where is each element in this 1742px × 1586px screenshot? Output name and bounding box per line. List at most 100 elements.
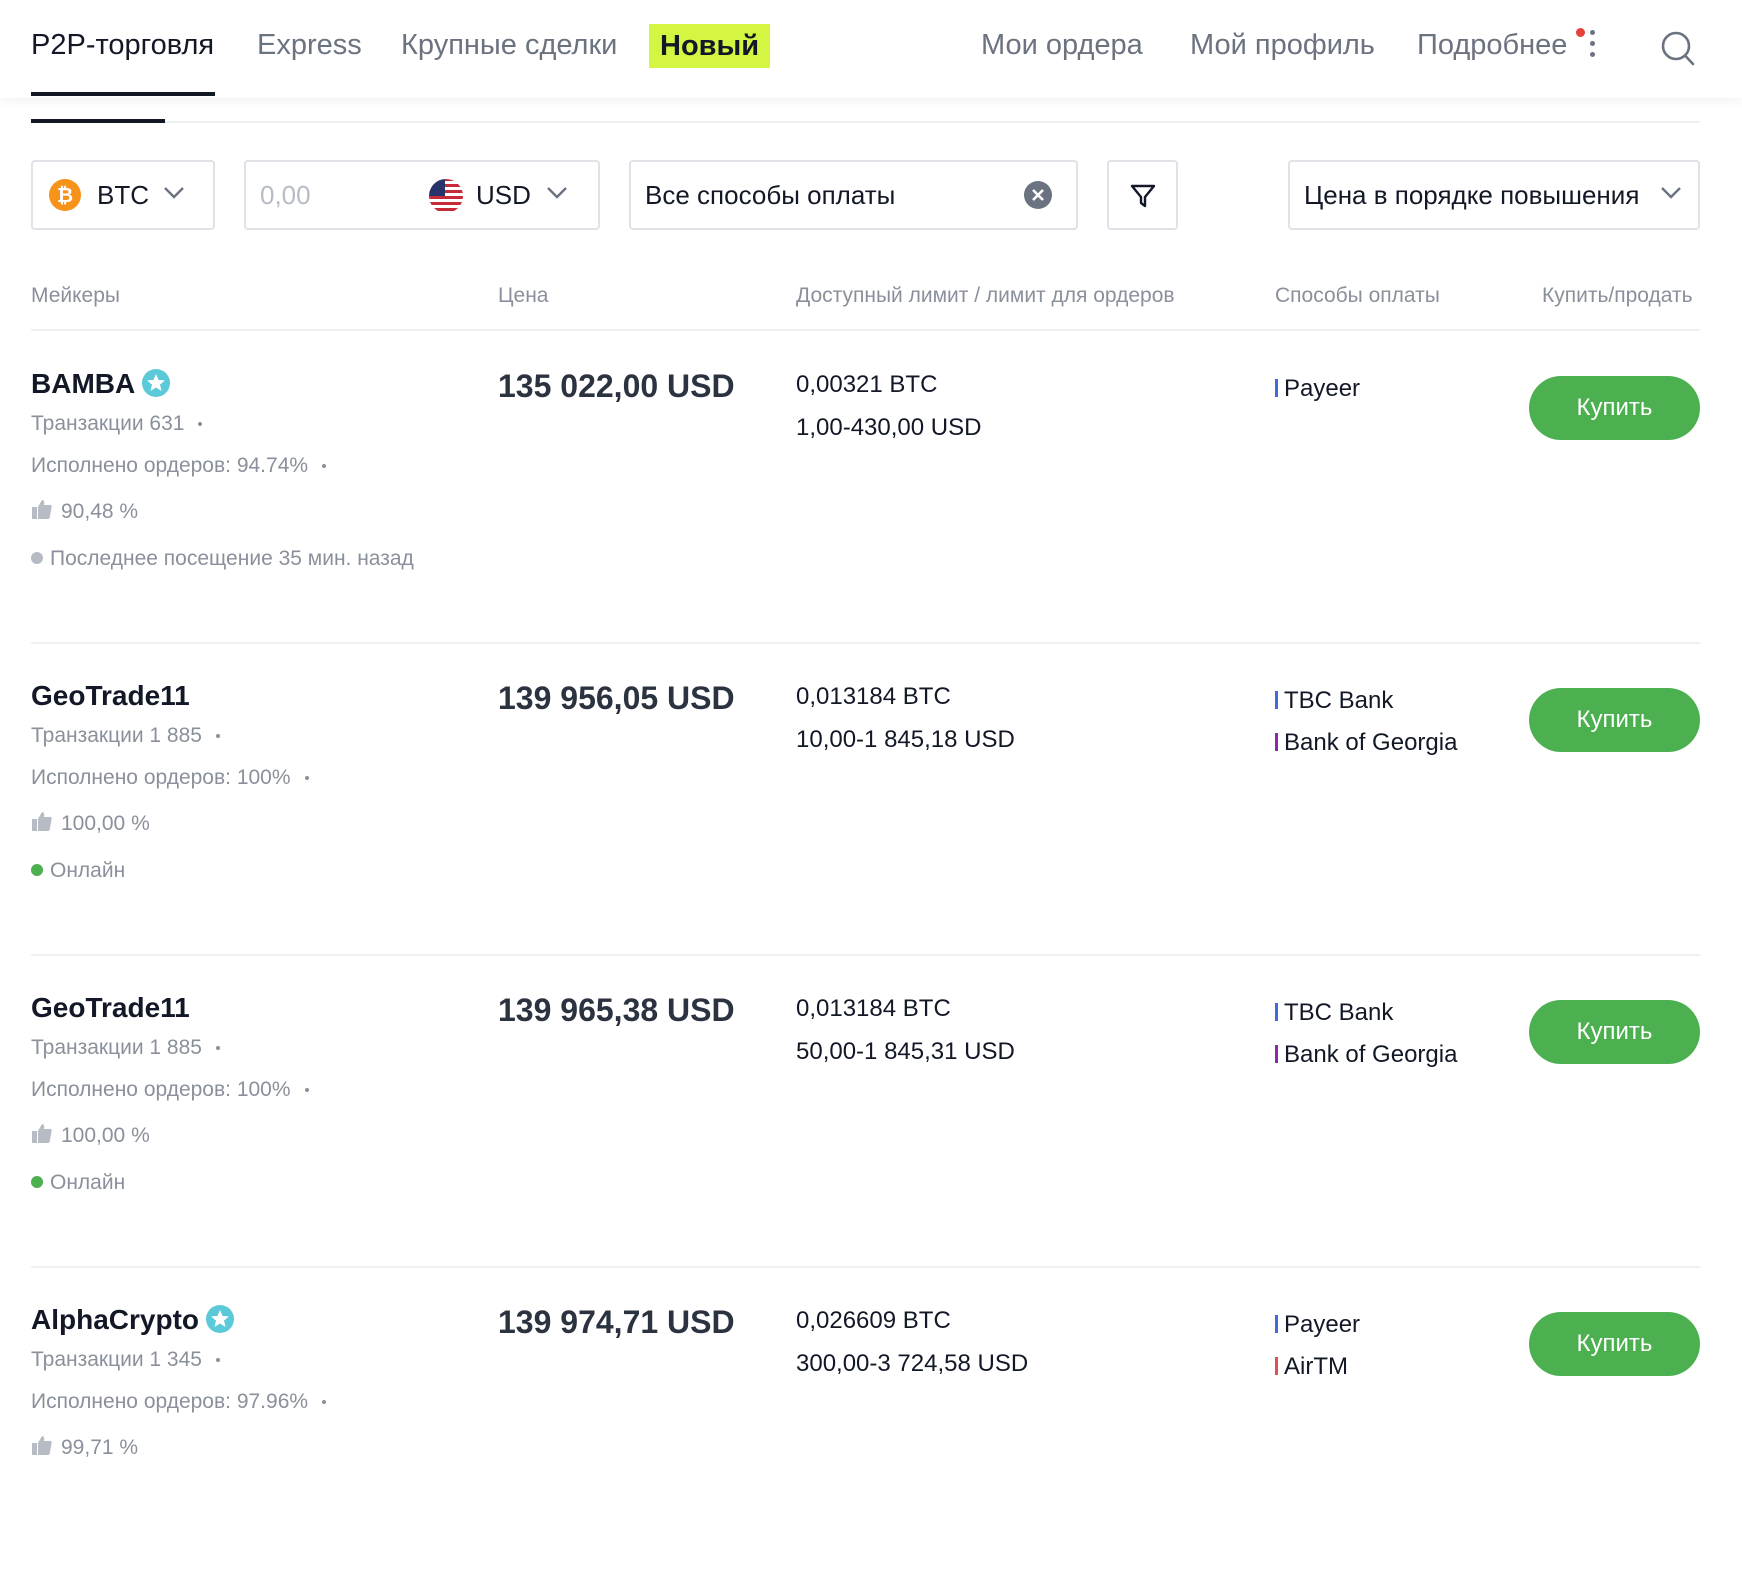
verified-star-icon [206,1304,234,1333]
rating: 100,00 % [31,812,150,836]
price: 139 956,05 USD [498,680,735,716]
filter-icon [1130,184,1156,208]
order-limit: 1,00-430,00 USD [796,414,982,441]
tab-large-deals[interactable]: Крупные сделки [401,24,617,66]
table-row: BAMBA Транзакции 631 Исполнено ордеров: … [0,340,1742,650]
row-divider [31,642,1700,644]
payment-color-bar [1275,1002,1278,1021]
payment-color-bar [1275,378,1278,397]
payment-color-bar [1275,1356,1278,1375]
clear-icon[interactable] [1023,180,1053,210]
maker-name[interactable]: BAMBA [31,368,135,399]
us-flag-icon [429,179,463,213]
transactions-count: Транзакции 1 345 [31,1348,220,1372]
maker-name[interactable]: AlphaCrypto [31,1304,199,1335]
sub-tab-indicator [31,119,165,123]
buy-button[interactable]: Купить [1529,1312,1700,1376]
rating: 90,48 % [31,500,138,524]
sub-tab-divider [31,121,1700,123]
online-dot [31,1175,43,1188]
table-row: GeoTrade11 Транзакции 1 885 Исполнено ор… [0,964,1742,1274]
payment-method: Payeer [1275,1311,1360,1339]
maker-name[interactable]: GeoTrade11 [31,992,190,1024]
sort-select[interactable]: Цена в порядке повышения [1288,160,1700,230]
header-divider [31,329,1700,331]
svg-text:₿: ₿ [57,185,73,207]
thumbs-up-icon [32,1124,52,1144]
my-profile-link[interactable]: Мой профиль [1190,24,1375,66]
header-payment-methods: Способы оплаты [1275,284,1440,307]
maker-name-wrap: AlphaCrypto [31,1304,235,1336]
rating: 99,71 % [31,1436,138,1460]
coin-select-label: BTC [97,180,149,210]
table-row: AlphaCrypto Транзакции 1 345 Исполнено о… [0,1276,1742,1586]
buy-button[interactable]: Купить [1529,1000,1700,1064]
payment-method: AirTM [1275,1353,1348,1381]
payment-method: Bank of Georgia [1275,1041,1457,1069]
buy-button[interactable]: Купить [1529,688,1700,752]
header-makers: Мейкеры [31,284,121,307]
chevron-down-icon[interactable] [546,186,568,200]
notification-dot [1576,28,1585,37]
buy-button[interactable]: Купить [1529,376,1700,440]
thumbs-up-icon [32,812,52,832]
payment-method-label: Все способы оплаты [645,180,896,210]
header-limit: Доступный лимит / лимит для ордеров [796,284,1175,307]
online-dot [31,863,43,876]
completion-rate: Исполнено ордеров: 100% [31,766,309,790]
order-limit: 50,00-1 845,31 USD [796,1038,1015,1065]
table-row: GeoTrade11 Транзакции 1 885 Исполнено ор… [0,652,1742,962]
order-limit: 10,00-1 845,18 USD [796,726,1015,753]
payment-color-bar [1275,1314,1278,1333]
new-badge[interactable]: Новый [649,24,771,68]
header-buy-sell: Купить/продать [1542,284,1693,307]
row-divider [31,1266,1700,1268]
sort-select-label: Цена в порядке повышения [1304,180,1640,210]
top-navigation: P2P-торговля Express Крупные сделки Новы… [0,0,1742,98]
tab-express[interactable]: Express [257,24,362,66]
my-orders-link[interactable]: Мои ордера [981,24,1143,66]
online-status: Онлайн [31,859,125,883]
thumbs-up-icon [32,1436,52,1456]
more-link[interactable]: Подробнее [1417,24,1567,66]
maker-name-wrap: BAMBA [31,368,171,400]
price: 135 022,00 USD [498,368,735,404]
row-divider [31,954,1700,956]
payment-color-bar [1275,1044,1278,1063]
payment-color-bar [1275,690,1278,709]
maker-name[interactable]: GeoTrade11 [31,680,190,712]
amount-currency-group: 0,00 USD [244,160,600,230]
available-amount: 0,013184 BTC [796,683,951,710]
tab-p2p-trading[interactable]: P2P-торговля [31,24,214,66]
search-icon[interactable] [1660,28,1696,68]
payment-method: TBC Bank [1275,999,1393,1027]
rating: 100,00 % [31,1124,150,1148]
payment-color-bar [1275,732,1278,751]
header-price: Цена [498,284,549,307]
last-seen-status: Последнее посещение 35 мин. назад [31,547,414,571]
chevron-down-icon [164,187,184,199]
amount-input[interactable]: 0,00 [260,162,311,228]
price: 139 965,38 USD [498,992,735,1028]
transactions-count: Транзакции 631 [31,412,203,436]
payment-method: Bank of Georgia [1275,729,1457,757]
filter-button[interactable] [1107,160,1178,230]
payment-method: Payeer [1275,375,1360,403]
active-tab-underline [31,92,215,96]
available-amount: 0,026609 BTC [796,1307,951,1334]
verified-star-icon [142,368,171,397]
payment-method-select[interactable]: Все способы оплаты [629,160,1078,230]
completion-rate: Исполнено ордеров: 94.74% [31,454,327,478]
transactions-count: Транзакции 1 885 [31,724,220,748]
transactions-count: Транзакции 1 885 [31,1036,220,1060]
payment-method: TBC Bank [1275,687,1393,715]
bitcoin-icon: ₿ [49,179,81,211]
completion-rate: Исполнено ордеров: 97.96% [31,1390,327,1414]
offline-dot [31,551,43,564]
fiat-select[interactable]: USD [476,162,531,228]
more-menu-icon[interactable] [1590,30,1595,60]
completion-rate: Исполнено ордеров: 100% [31,1078,309,1102]
coin-select[interactable]: ₿ BTC [31,160,215,230]
price: 139 974,71 USD [498,1304,735,1340]
order-limit: 300,00-3 724,58 USD [796,1350,1029,1377]
